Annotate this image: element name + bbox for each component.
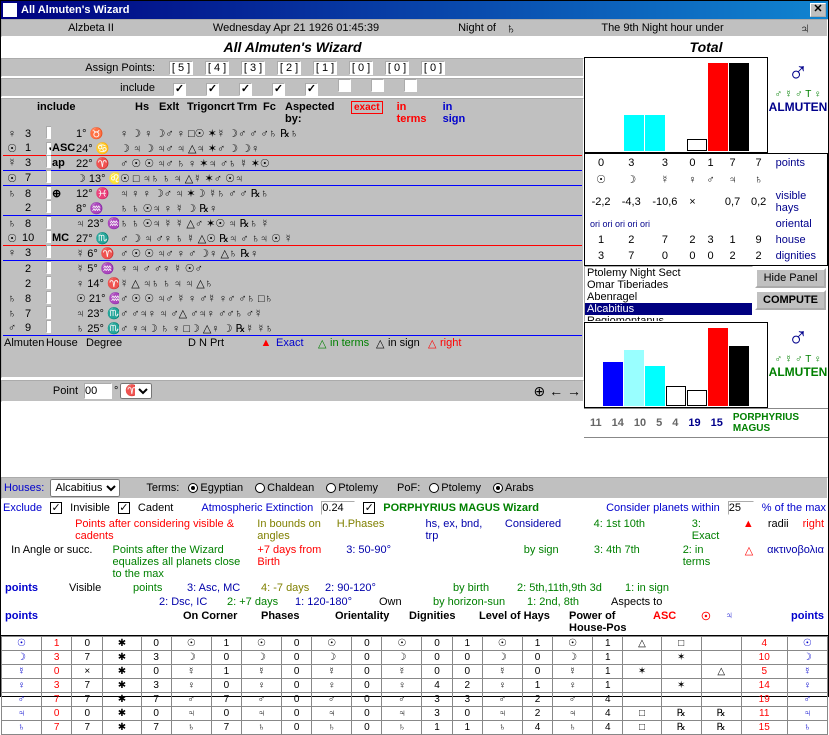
assign-value[interactable]: [ 0 ]: [385, 61, 409, 75]
stats-table: 0330177points ☉☽☿♀♂♃♄ -2,2-4,3-10,6×0,70…: [584, 153, 828, 266]
grid-row: ☿3ap22° ♈♂ ☉ ☉ ♃♂ ♄ ♀ ✶♃ ♂♄ ☿ ✶☉: [3, 156, 582, 171]
col-fc: Fc: [261, 101, 283, 125]
chk-cadent[interactable]: ✓: [118, 502, 130, 514]
grid-row: ☉10MC27° ♏♂ ☽ ♃ ♂♀ ♄ ☿ △☉ ℞♃ ♂ ♄♃ ☉ ☿: [3, 231, 582, 246]
include-checkbox[interactable]: ✓: [206, 83, 219, 96]
almuten-symbol-box: ♂ ♂ ☿ ♂ T ♀ ALMUTEN: [768, 57, 828, 153]
grid-row: 28° ♒♄ ♄ ☉♃ ♀ ☿ ☽ ℞♀: [3, 201, 582, 216]
almuten-symbol-box-2: ♂ ♂ ☿ ♂ T ♀ ALMUTEN: [768, 322, 828, 408]
include-label: include: [3, 82, 163, 94]
main-grid: include Hs Exlt Trigoncrt Trm Fc Aspecte…: [1, 98, 584, 378]
info-bar: Alzbeta II Wednesday Apr 21 1926 01:45:3…: [1, 19, 828, 37]
atm-input[interactable]: [321, 501, 355, 515]
color-legend: Points after considering visible & caden…: [1, 517, 828, 543]
include-checkbox[interactable]: [371, 79, 384, 92]
sect-option[interactable]: Omar Tiberiades: [585, 279, 752, 291]
bar-chart-2: [584, 322, 768, 408]
grid-row: ♀3☿ 6° ♈♂ ☉ ☉ ♃♂ ♀ ♂ ☽♀ △♄ ℞♀: [3, 246, 582, 261]
assign-points-label: Assign Points:: [3, 62, 163, 74]
chk-invisible[interactable]: ✓: [50, 502, 62, 514]
include-row: include ✓ ✓ ✓ ✓ ✓: [1, 78, 584, 97]
col-exlt: Exlt: [157, 101, 185, 125]
point-input[interactable]: [84, 383, 112, 399]
col-insign: in sign: [435, 101, 479, 125]
app-icon: [3, 3, 17, 17]
consider-input[interactable]: [728, 501, 754, 515]
exclude-row: Exclude ✓Invisible ✓Cadent Atmospheric E…: [1, 499, 828, 517]
grid-row: 2☿ 5° ♒♀ ♃ ♂ ♂♀ ☿ ☉♂: [3, 261, 582, 276]
sect-option[interactable]: Ptolemy Night Sect: [585, 267, 752, 279]
pof-label: PoF:: [397, 482, 420, 494]
bar-chart-1: [584, 57, 768, 153]
houses-config-row: Houses: Alcabitius Terms: Egyptian Chald…: [1, 477, 828, 499]
houses-select[interactable]: Alcabitius: [50, 479, 120, 497]
include-checkbox[interactable]: [338, 79, 351, 92]
assign-value[interactable]: [ 5 ]: [169, 61, 193, 75]
sect-option[interactable]: Alcabitius: [585, 303, 752, 315]
page-title: All Almuten's Wizard: [1, 37, 584, 57]
assign-value[interactable]: [ 1 ]: [313, 61, 337, 75]
col-interms: in terms: [385, 101, 435, 125]
include-checkbox[interactable]: [404, 79, 417, 92]
assign-value[interactable]: [ 0 ]: [421, 61, 445, 75]
hour-planet-symbol: ♃: [799, 20, 823, 36]
exact-label: exact: [351, 101, 383, 114]
include-checkbox[interactable]: ✓: [272, 83, 285, 96]
chart-datetime: Wednesday Apr 21 1926 01:45:39: [176, 22, 416, 34]
radio-pof-arabs[interactable]: Arabs: [493, 482, 534, 494]
close-icon[interactable]: ✕: [810, 3, 826, 17]
houses-label: Houses:: [4, 482, 44, 494]
assign-value[interactable]: [ 4 ]: [205, 61, 229, 75]
point-sign-select[interactable]: ♈: [120, 383, 152, 399]
grid-row: ☉1✓ASC24° ♋☽ ♃ ☽ ♃♂ ♃ △♃ ✶♂ ☽ ☽♀: [3, 141, 582, 156]
compute-button[interactable]: COMPUTE: [755, 290, 826, 310]
night-planet-symbol: ♄: [496, 20, 526, 36]
point-label: Point: [4, 385, 84, 397]
assign-points-row: Assign Points: [ 5 ] [ 4 ] [ 3 ] [ 2 ] [ 1 ]…: [1, 58, 584, 77]
sect-option[interactable]: Abenragel: [585, 291, 752, 303]
grid-row: ♄8♃ 23° ♒♄ ♄ ☉♃ ☿ ☿ △♂ ✶☉ ♃ ℞♄ ☿: [3, 216, 582, 231]
grid-row: ♄8☉ 21° ♒♂ ☉ ☉ ♃♂ ☿ ♀ ♂☿ ♀♂ ♂♄ □♄: [3, 291, 582, 306]
grid-row: ♀31° ♉♀ ☽ ♀ ☽♂ ♀ □☉ ✶☿ ☽♂ ♂ ♂♄ ℞♄: [3, 126, 582, 141]
radio-egyptian[interactable]: Egyptian: [188, 482, 243, 494]
window-titlebar: All Almuten's Wizard ✕: [1, 1, 828, 19]
grid-row: 2♀ 14° ♈☿ △ ♃♄ ♄ ♃ ♃ △♄: [3, 276, 582, 291]
chart-name: Alzbeta II: [6, 22, 176, 34]
radio-chaldean[interactable]: Chaldean: [255, 482, 314, 494]
assign-value[interactable]: [ 3 ]: [241, 61, 265, 75]
grid-row: ☉7☽ 13° ♌☉ □ ♃♄ ♄ ♃ △☿ ✶♂ ☉♃: [3, 171, 582, 186]
radio-pof-ptolemy[interactable]: Ptolemy: [429, 482, 481, 494]
sect-option[interactable]: Regiomontanus: [585, 315, 752, 322]
grid-row: ♄7♃ 23° ♏♂ ♂♃♀ ♃ ♂△ ♂♃♀ ♂♂♄ ♂☿: [3, 306, 582, 321]
include-checkbox[interactable]: ✓: [173, 83, 186, 96]
grid-row: ♄8⊕12° ♓♃ ♀ ♀ ☽♂ ♃ ✶☽ ☿♄ ♂ ♂ ℞♄: [3, 186, 582, 201]
night-of-label: Night of: [416, 22, 496, 34]
assign-value[interactable]: [ 2 ]: [277, 61, 301, 75]
hide-panel-button[interactable]: Hide Panel: [755, 268, 826, 288]
terms-label: Terms:: [146, 482, 179, 494]
col-aspected: Aspected by:: [283, 101, 349, 125]
total-title: Total: [584, 37, 828, 57]
grid-row: ♂9♄ 25° ♏♂ ♀♃☽ ♄ ♀ □☽ △♀ ☽ ℞☿ ☿♄: [3, 321, 582, 336]
hour-label: The 9th Night hour under: [526, 22, 799, 34]
include-checkbox[interactable]: ✓: [305, 83, 318, 96]
col-hs: Hs: [133, 101, 157, 125]
chk-porph[interactable]: ✓: [363, 502, 375, 514]
assign-value[interactable]: [ 0 ]: [349, 61, 373, 75]
results-table: ☉10✱0☉1☉0☉0☉01☉1☉1△□4☉☽37✱3☽0☽0☽0☽00☽0☽1…: [1, 635, 828, 735]
include-checkbox[interactable]: ✓: [239, 83, 252, 96]
col-trm: Trm: [235, 101, 261, 125]
col-trigon: Trigoncrt: [185, 101, 235, 125]
sect-list[interactable]: Ptolemy Night SectOmar TiberiadesAbenrag…: [584, 266, 753, 322]
radio-ptolemy[interactable]: Ptolemy: [326, 482, 378, 494]
window-title: All Almuten's Wizard: [21, 4, 129, 16]
col-include: include: [35, 101, 83, 125]
point-row: Point ° ♈ ⊕ ← →: [1, 380, 584, 402]
